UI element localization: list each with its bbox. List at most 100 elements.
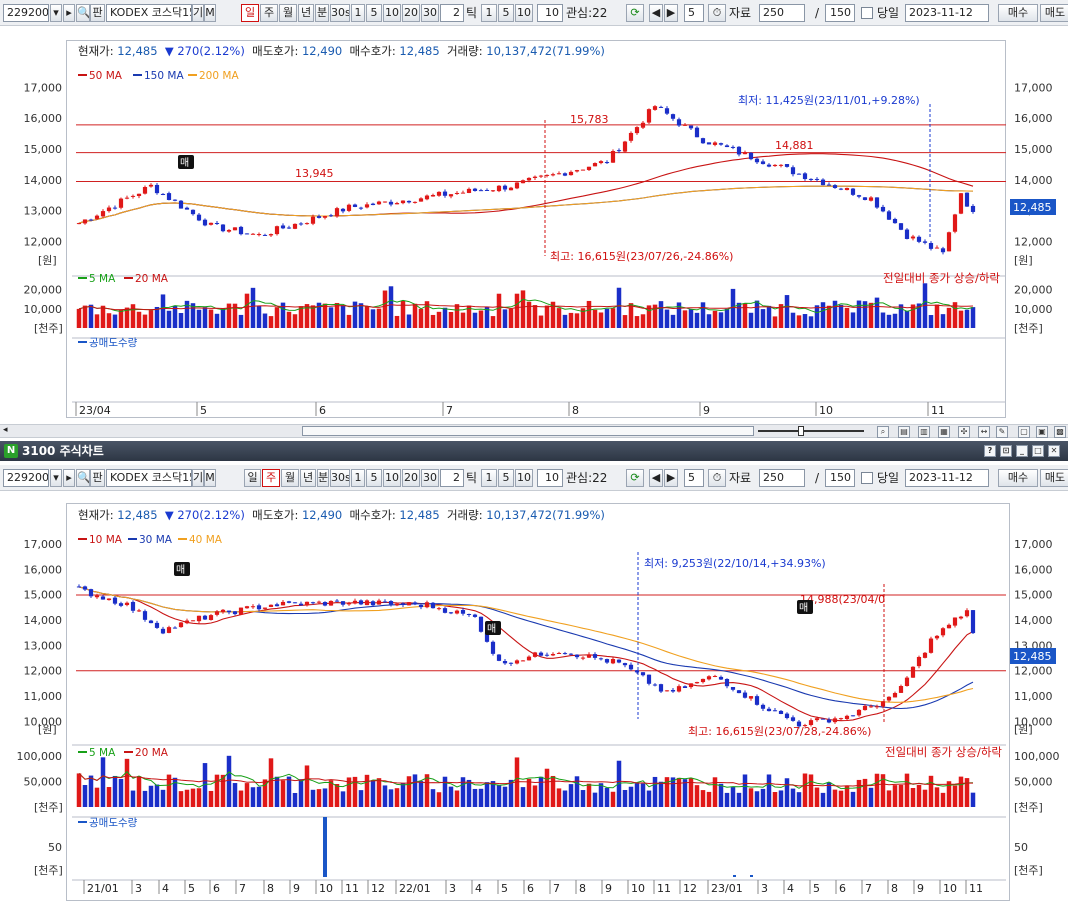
toolbar-icon-8[interactable]: ▣ <box>1036 426 1048 438</box>
candle-body <box>274 226 280 235</box>
toolbar-icon-4[interactable]: ✣ <box>958 426 970 438</box>
m-button[interactable]: M <box>204 4 216 22</box>
interval-10-button-2[interactable]: 10 <box>383 469 401 487</box>
period-week-button-2[interactable]: 주 <box>262 469 280 487</box>
window-minimize-icon[interactable]: _ <box>1016 445 1028 457</box>
total-count-input[interactable]: 150 <box>825 4 855 22</box>
period-year-button-2[interactable]: 년 <box>300 469 316 487</box>
toolbar-icon-3[interactable]: ▦ <box>938 426 950 438</box>
tick-1-button[interactable]: 1 <box>481 4 497 22</box>
count-input-2[interactable]: 5 <box>684 469 704 487</box>
scrollbar-track[interactable] <box>302 426 754 436</box>
today-label: 당일 <box>877 6 900 20</box>
dropdown-arrow-2[interactable]: ▾ <box>50 469 62 487</box>
interval-1-button[interactable]: 1 <box>351 4 365 22</box>
prev-arrow-icon[interactable]: ◀ <box>649 4 663 22</box>
interval-5-button-2[interactable]: 5 <box>366 469 382 487</box>
chart1-canvas[interactable]: 17,000 17,000 16,000 16,000 15,000 15,000 14,0… <box>0 60 1068 420</box>
sell-button[interactable]: 매도 <box>1040 4 1068 22</box>
tick-ten-input-2[interactable]: 10 <box>537 469 563 487</box>
gi-button[interactable]: 기 <box>192 4 204 22</box>
clock-icon-2[interactable]: ⏱ <box>708 469 726 487</box>
toolbar-icon-1[interactable]: ▤ <box>898 426 910 438</box>
tick-5-button-2[interactable]: 5 <box>498 469 514 487</box>
chart2-canvas[interactable]: 17,000 17,000 16,000 16,000 15,000 15,000 14,0… <box>0 524 1068 904</box>
date-picker[interactable]: 2023-11-12 <box>905 4 989 22</box>
toolbar-icon-7[interactable]: ▢ <box>1018 426 1030 438</box>
tick-10-button[interactable]: 10 <box>515 4 533 22</box>
dropdown-arrow[interactable]: ▾ <box>50 4 62 22</box>
volume-bar <box>862 778 868 807</box>
window-close-icon[interactable]: ✕ <box>1048 445 1060 457</box>
date-picker-2[interactable]: 2023-11-12 <box>905 469 989 487</box>
volume-bar <box>844 307 850 328</box>
window-maximize-icon[interactable]: □ <box>1032 445 1044 457</box>
interval-10-button[interactable]: 10 <box>383 4 401 22</box>
today-checkbox-2[interactable] <box>861 472 873 484</box>
search-icon-2[interactable]: 🔍 <box>76 469 90 487</box>
zoom-icon[interactable]: ⌕ <box>877 426 889 438</box>
pan-button-2[interactable]: 판 <box>90 469 105 487</box>
data-count-select[interactable]: 250 <box>759 4 805 22</box>
toolbar-icon-6[interactable]: ✎ <box>996 426 1008 438</box>
period-week-button[interactable]: 주 <box>260 4 278 22</box>
code-input-2[interactable]: 229200 <box>3 469 49 487</box>
sell-button-2[interactable]: 매도 <box>1040 469 1068 487</box>
candle-body <box>826 184 832 186</box>
tick-ten-input[interactable]: 10 <box>537 4 563 22</box>
next-arrow-icon-2[interactable]: ▶ <box>664 469 678 487</box>
interval-30-button-2[interactable]: 30 <box>421 469 439 487</box>
interval-30s-button-2[interactable]: 30s <box>330 469 350 487</box>
buy-button-2[interactable]: 매수 <box>998 469 1038 487</box>
tick-input[interactable]: 2 <box>440 4 464 22</box>
interval-20-button-2[interactable]: 20 <box>402 469 420 487</box>
play-icon[interactable]: ▸ <box>63 4 75 22</box>
interval-30s-button[interactable]: 30s <box>330 4 350 22</box>
refresh-icon-2[interactable]: ⟳ <box>626 469 644 487</box>
interval-30-button[interactable]: 30 <box>421 4 439 22</box>
tick-10-button-2[interactable]: 10 <box>515 469 533 487</box>
period-day-button-2[interactable]: 일 <box>244 469 261 487</box>
m-button-2[interactable]: M <box>204 469 216 487</box>
interval-5-button[interactable]: 5 <box>366 4 382 22</box>
period-day-button[interactable]: 일 <box>241 4 259 22</box>
prev-arrow-icon-2[interactable]: ◀ <box>649 469 663 487</box>
count-input[interactable]: 5 <box>684 4 704 22</box>
candle-body <box>856 709 862 716</box>
tick-input-2[interactable]: 2 <box>440 469 464 487</box>
buy-button[interactable]: 매수 <box>998 4 1038 22</box>
scroll-divider[interactable]: ◂ ⌕ ▤ ▥ ▦ ✣ ↔ ✎ ▢ ▣ ▩ <box>0 424 1068 438</box>
next-arrow-icon[interactable]: ▶ <box>664 4 678 22</box>
toolbar-icon-2[interactable]: ▥ <box>918 426 930 438</box>
candle-body <box>682 686 688 689</box>
total-count-input-2[interactable]: 150 <box>825 469 855 487</box>
gi-button-2[interactable]: 기 <box>192 469 204 487</box>
code-input[interactable]: 229200 <box>3 4 49 22</box>
period-month-button-2[interactable]: 월 <box>281 469 299 487</box>
candle-body <box>838 188 844 190</box>
scroll-left-arrow[interactable]: ◂ <box>3 425 8 435</box>
period-minute-button[interactable]: 분 <box>315 4 329 22</box>
toolbar-icon-9[interactable]: ▩ <box>1054 426 1066 438</box>
window-pin-icon[interactable]: ⊡ <box>1000 445 1012 457</box>
play-icon-2[interactable]: ▸ <box>63 469 75 487</box>
zoom-slider-thumb[interactable] <box>798 426 804 436</box>
search-icon[interactable]: 🔍 <box>76 4 90 22</box>
clock-icon[interactable]: ⏱ <box>708 4 726 22</box>
candle-body <box>232 611 238 615</box>
interval-1-button-2[interactable]: 1 <box>351 469 365 487</box>
today-checkbox[interactable] <box>861 7 873 19</box>
tick-1-button-2[interactable]: 1 <box>481 469 497 487</box>
ma-legend-label: 40 MA <box>189 534 223 546</box>
data-count-select-2[interactable]: 250 <box>759 469 805 487</box>
interval-20-button[interactable]: 20 <box>402 4 420 22</box>
zoom-slider[interactable] <box>758 430 864 432</box>
toolbar-icon-5[interactable]: ↔ <box>978 426 990 438</box>
period-month-button[interactable]: 월 <box>279 4 297 22</box>
tick-5-button[interactable]: 5 <box>498 4 514 22</box>
period-year-button[interactable]: 년 <box>298 4 314 22</box>
window-help-icon[interactable]: ? <box>984 445 996 457</box>
period-minute-button-2[interactable]: 분 <box>317 469 329 487</box>
pan-button[interactable]: 판 <box>90 4 105 22</box>
refresh-icon[interactable]: ⟳ <box>626 4 644 22</box>
